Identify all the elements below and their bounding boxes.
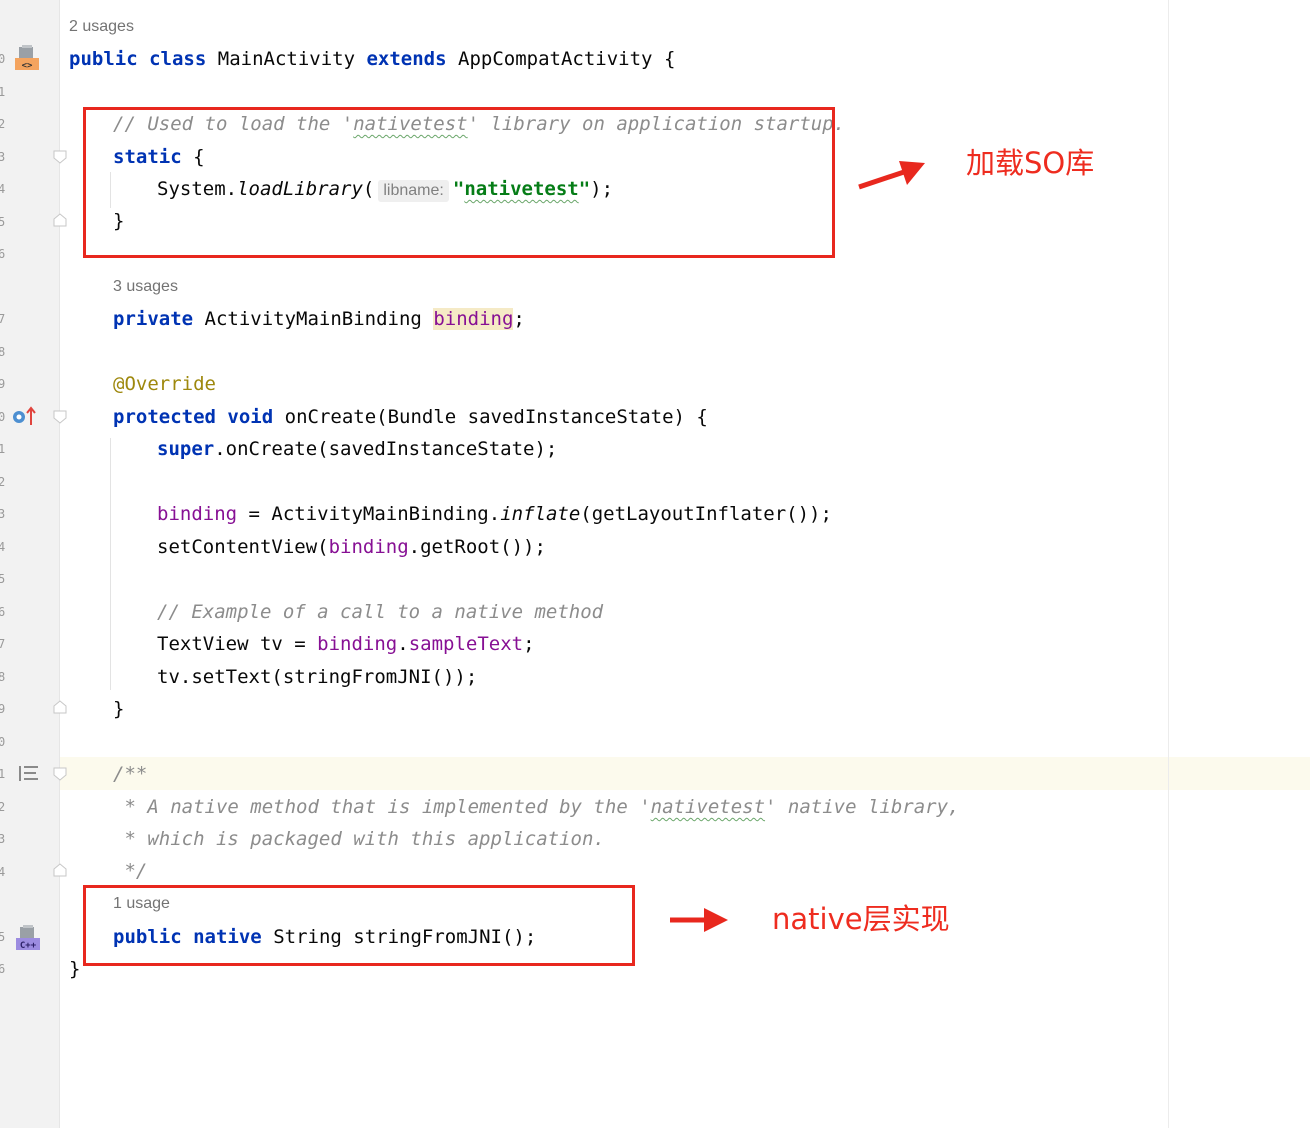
line-number: 0 [0,735,6,749]
svg-text:<>: <> [22,61,33,71]
line-number: 0 [0,52,6,66]
line-number: 2 [0,800,6,814]
class-name[interactable]: MainActivity [218,48,355,70]
field-name[interactable]: binding [157,503,237,525]
fold-marker-icon[interactable] [53,150,67,164]
binding-declaration: private ActivityMainBinding binding; [113,307,525,331]
super-call: super.onCreate(savedInstanceState); [157,437,557,461]
native-impl-note: native层实现 [772,902,950,936]
line-number: 0 [0,410,6,424]
field-name[interactable]: binding [329,536,409,558]
override-annotation: @Override [113,373,216,395]
arrow-icon [670,908,728,932]
fold-marker-icon[interactable] [53,863,67,877]
editor-gutter [0,0,60,1128]
javadoc-close: */ [113,860,148,882]
code-text: ; [513,308,525,330]
binding-assignment: binding = ActivityMainBinding.inflate(ge… [157,502,832,526]
brace: { [663,48,676,70]
fold-marker-icon[interactable] [53,767,67,781]
line-number: 3 [0,507,6,521]
code-text: onCreate(Bundle savedInstanceState) { [284,406,708,428]
textview-line: TextView tv = binding.sampleText; [157,632,535,656]
line-number: 2 [0,475,6,489]
line-number: 4 [0,540,6,554]
line-number: 7 [0,312,6,326]
type-name[interactable]: ActivityMainBinding [205,308,422,330]
usages-hint[interactable]: 2 usages [69,18,134,36]
code-text: .onCreate(savedInstanceState); [214,438,558,460]
line-number: 9 [0,702,6,716]
keyword: public [69,48,138,70]
method-name[interactable]: inflate [500,503,580,525]
javadoc-open: /** [113,763,148,785]
keyword: super [157,438,215,460]
line-number: 8 [0,345,6,359]
class-declaration: public class MainActivity extends AppCom… [69,47,675,71]
javadoc-line: * A native method that is implemented by… [113,795,960,819]
settext-line: tv.setText(stringFromJNI()); [157,666,478,688]
keyword: class [149,48,207,70]
svg-text:C++: C++ [20,941,37,951]
line-number: 5 [0,930,6,944]
indent-guide [110,438,111,690]
line-number: 8 [0,670,6,684]
javadoc-line: * which is packaged with this applicatio… [113,828,605,850]
keyword: protected [113,406,216,428]
line-number: 6 [0,605,6,619]
fold-marker-icon[interactable] [53,213,67,227]
line-number: 3 [0,150,6,164]
fold-marker-icon[interactable] [53,410,67,424]
line-number: 1 [0,767,6,781]
oncreate-declaration: protected void onCreate(Bundle savedInst… [113,405,708,429]
keyword: void [227,406,274,428]
javadoc-render-icon[interactable] [18,764,40,784]
current-line-highlight [60,757,1310,790]
load-so-note: 加载SO库 [966,146,1095,180]
field-name[interactable]: binding [317,633,397,655]
line-number: 5 [0,572,6,586]
code-text: = ActivityMainBinding. [237,503,501,525]
field-name[interactable]: binding [433,308,514,330]
load-so-highlight-box [83,107,835,258]
keyword: private [113,308,194,330]
class-close: } [69,958,81,980]
line-number: 3 [0,832,6,846]
example-comment: // Example of a call to a native method [157,601,604,623]
code-text: ; [523,633,535,655]
line-number: 1 [0,442,6,456]
code-text: . [397,633,409,655]
line-number: 4 [0,865,6,879]
line-number: 2 [0,117,6,131]
fold-marker-icon[interactable] [53,700,67,714]
java-class-icon[interactable]: <> [15,45,43,73]
code-text: TextView tv = [157,633,318,655]
line-number: 4 [0,182,6,196]
oncreate-close: } [113,698,125,720]
arrow-icon [858,161,925,190]
code-text: setContentView( [157,536,329,558]
usages-hint[interactable]: 3 usages [113,278,178,296]
line-number: 6 [0,247,6,261]
set-content-view: setContentView(binding.getRoot()); [157,535,546,559]
line-number: 6 [0,962,6,976]
comment-text: * A native method that is implemented by… [113,796,651,818]
keyword: extends [366,48,447,70]
right-margin-guide [1168,0,1169,1128]
cpp-native-icon[interactable]: C++ [16,925,44,953]
line-number: 9 [0,377,6,391]
parent-class[interactable]: AppCompatActivity [458,48,652,70]
code-text: (getLayoutInflater()); [580,503,832,525]
native-highlight-box [83,885,635,966]
comment-lib-name: nativetest [650,796,766,818]
line-number: 1 [0,85,6,99]
line-number: 5 [0,215,6,229]
code-text: .getRoot()); [408,536,546,558]
override-method-icon[interactable] [12,405,38,429]
line-number: 7 [0,637,6,651]
comment-text: ' native library, [765,796,960,818]
field-name[interactable]: sampleText [409,633,523,655]
